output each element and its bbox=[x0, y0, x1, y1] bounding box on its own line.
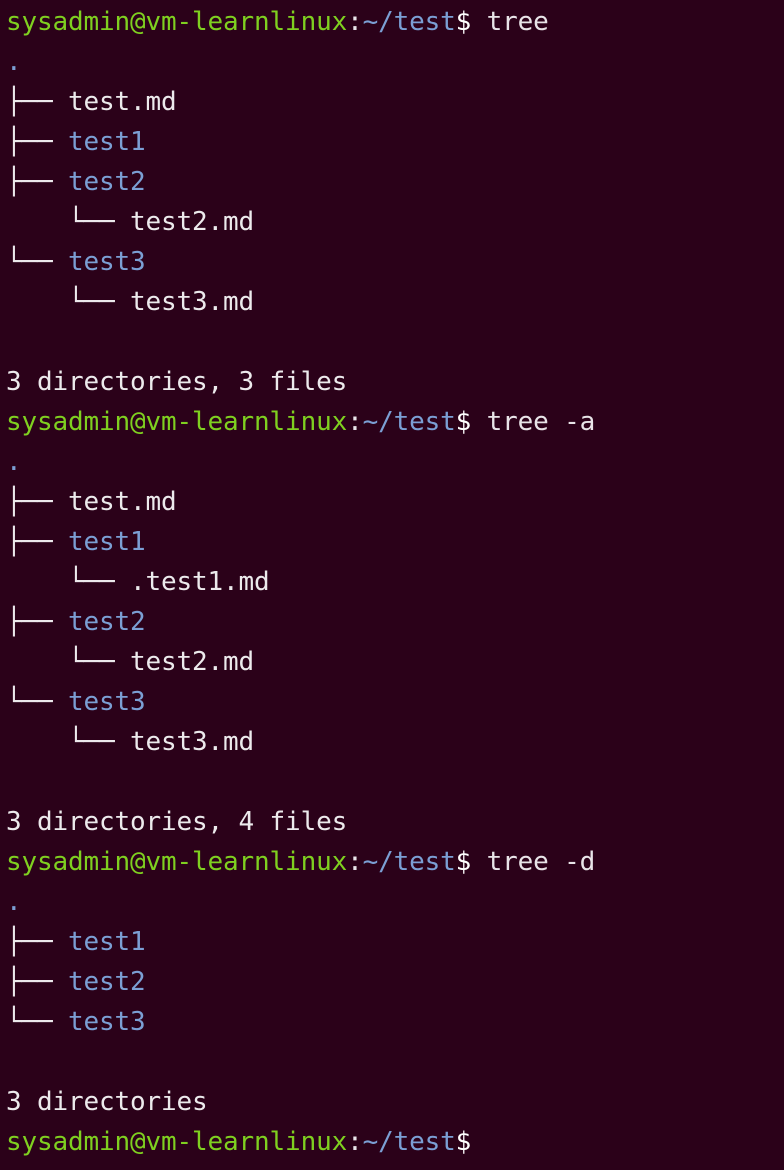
tree-entry-line: └── test3 bbox=[6, 1002, 784, 1042]
prompt-path: ~/test bbox=[362, 847, 456, 877]
tree-entry-line: ├── test1 bbox=[6, 522, 784, 562]
prompt-user-host: sysadmin@vm-learnlinux bbox=[6, 1127, 348, 1157]
prompt-colon: : bbox=[347, 407, 363, 437]
prompt-dollar: $ bbox=[455, 407, 472, 437]
tree-summary-text: 3 directories, 3 files bbox=[6, 367, 348, 397]
tree-root-line: . bbox=[6, 42, 784, 82]
tree-entry-line: ├── test2 bbox=[6, 162, 784, 202]
prompt-path: ~/test bbox=[362, 7, 456, 37]
tree-branch-glyph: ├── bbox=[6, 527, 69, 557]
tree-branch-glyph: └── bbox=[68, 567, 131, 597]
tree-entry-line: └── test3.md bbox=[6, 282, 784, 322]
tree-branch-glyph: ├── bbox=[6, 607, 69, 637]
tree-root-dot: . bbox=[6, 447, 22, 477]
prompt-user-host: sysadmin@vm-learnlinux bbox=[6, 847, 348, 877]
tree-file-name: test2.md bbox=[130, 647, 255, 677]
tree-summary-text: 3 directories, 4 files bbox=[6, 807, 348, 837]
tree-directory-name: test2 bbox=[68, 607, 146, 637]
tree-file-name: test.md bbox=[68, 487, 177, 517]
tree-root-dot: . bbox=[6, 47, 22, 77]
prompt-colon: : bbox=[347, 847, 363, 877]
tree-entry-line: ├── test2 bbox=[6, 962, 784, 1002]
tree-branch-glyph: ├── bbox=[6, 167, 69, 197]
tree-entry-line: └── test2.md bbox=[6, 202, 784, 242]
prompt-line[interactable]: sysadmin@vm-learnlinux:~/test$ bbox=[6, 1122, 784, 1162]
tree-file-name: test.md bbox=[68, 87, 177, 117]
tree-entry-line: ├── test.md bbox=[6, 82, 784, 122]
tree-directory-name: test3 bbox=[68, 687, 146, 717]
tree-branch-glyph: ├── bbox=[6, 927, 69, 957]
tree-entry-line: ├── test1 bbox=[6, 122, 784, 162]
prompt-colon: : bbox=[347, 7, 363, 37]
prompt-path: ~/test bbox=[362, 407, 456, 437]
tree-branch-glyph: ├── bbox=[6, 87, 69, 117]
tree-branch-glyph: ├── bbox=[6, 967, 69, 997]
tree-branch-glyph: ├── bbox=[6, 127, 69, 157]
tree-summary-line: 3 directories bbox=[6, 1082, 784, 1122]
prompt-line[interactable]: sysadmin@vm-learnlinux:~/test$ tree -a bbox=[6, 402, 784, 442]
tree-branch-glyph: └── bbox=[6, 687, 69, 717]
tree-branch-glyph: └── bbox=[6, 247, 69, 277]
tree-root-line: . bbox=[6, 442, 784, 482]
prompt-dollar: $ bbox=[455, 847, 472, 877]
tree-directory-name: test2 bbox=[68, 967, 146, 997]
tree-summary-text: 3 directories bbox=[6, 1087, 208, 1117]
tree-entry-line: ├── test.md bbox=[6, 482, 784, 522]
tree-root-line: . bbox=[6, 882, 784, 922]
prompt-colon: : bbox=[347, 1127, 363, 1157]
tree-entry-line: └── test3.md bbox=[6, 722, 784, 762]
prompt-line[interactable]: sysadmin@vm-learnlinux:~/test$ tree -d bbox=[6, 842, 784, 882]
prompt-line[interactable]: sysadmin@vm-learnlinux:~/test$ tree bbox=[6, 2, 784, 42]
tree-file-name: test2.md bbox=[130, 207, 255, 237]
tree-branch-glyph: └── bbox=[68, 287, 131, 317]
prompt-user-host: sysadmin@vm-learnlinux bbox=[6, 407, 348, 437]
tree-directory-name: test2 bbox=[68, 167, 146, 197]
tree-entry-line: └── test2.md bbox=[6, 642, 784, 682]
tree-entry-line: └── .test1.md bbox=[6, 562, 784, 602]
tree-entry-line: └── test3 bbox=[6, 242, 784, 282]
command-text: tree -d bbox=[471, 847, 596, 877]
tree-directory-name: test3 bbox=[68, 1007, 146, 1037]
prompt-dollar: $ bbox=[455, 7, 472, 37]
command-text: tree bbox=[471, 7, 549, 37]
prompt-path: ~/test bbox=[362, 1127, 456, 1157]
tree-directory-name: test1 bbox=[68, 927, 146, 957]
prompt-user-host: sysadmin@vm-learnlinux bbox=[6, 7, 348, 37]
tree-directory-name: test1 bbox=[68, 527, 146, 557]
tree-directory-name: test1 bbox=[68, 127, 146, 157]
tree-branch-glyph: └── bbox=[68, 727, 131, 757]
tree-file-name: test3.md bbox=[130, 727, 255, 757]
tree-branch-glyph: └── bbox=[6, 1007, 69, 1037]
prompt-dollar: $ bbox=[455, 1127, 472, 1157]
tree-entry-line: ├── test1 bbox=[6, 922, 784, 962]
tree-entry-line: └── test3 bbox=[6, 682, 784, 722]
tree-file-name: test3.md bbox=[130, 287, 255, 317]
terminal-screen[interactable]: sysadmin@vm-learnlinux:~/test$ tree. ├── … bbox=[0, 0, 784, 1170]
tree-summary-line: 3 directories, 4 files bbox=[6, 802, 784, 842]
tree-branch-glyph: ├── bbox=[6, 487, 69, 517]
tree-file-name: .test1.md bbox=[130, 567, 270, 597]
tree-root-dot: . bbox=[6, 887, 22, 917]
tree-branch-glyph: └── bbox=[68, 207, 131, 237]
tree-branch-glyph: └── bbox=[68, 647, 131, 677]
tree-entry-line: ├── test2 bbox=[6, 602, 784, 642]
tree-directory-name: test3 bbox=[68, 247, 146, 277]
tree-summary-line: 3 directories, 3 files bbox=[6, 362, 784, 402]
command-text: tree -a bbox=[471, 407, 596, 437]
